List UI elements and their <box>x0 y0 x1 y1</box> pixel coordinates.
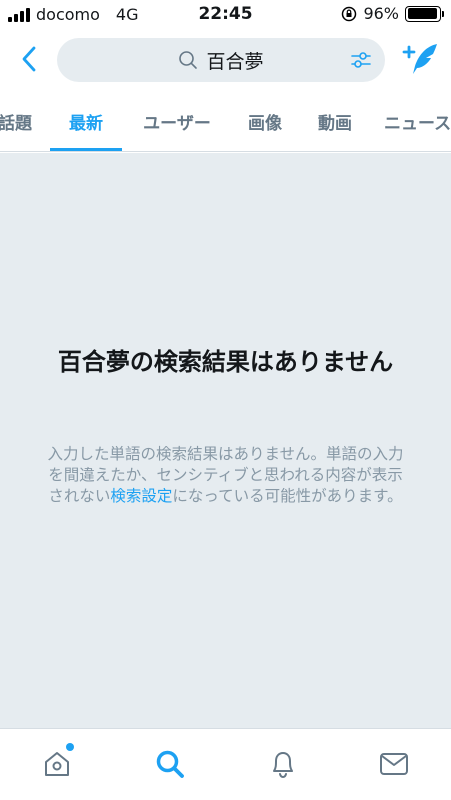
tab-images[interactable]: 画像 <box>238 90 292 151</box>
empty-state-description: 入力した単語の検索結果はありません。単語の入力を間違えたか、センシティブと思われ… <box>44 444 407 507</box>
status-right: 96% <box>341 4 444 23</box>
search-header: 百合夢 <box>0 30 451 90</box>
home-notification-dot <box>66 743 74 751</box>
empty-state-title: 百合夢の検索結果はありません <box>57 348 394 376</box>
rotation-lock-icon <box>342 6 357 21</box>
battery-percent: 96% <box>363 4 399 23</box>
search-icon <box>156 750 184 778</box>
search-results-area: 百合夢の検索結果はありません 入力した単語の検索結果はありません。単語の入力を間… <box>0 153 451 728</box>
search-query: 百合夢 <box>206 50 264 73</box>
back-button[interactable] <box>14 44 44 74</box>
search-tabs: 話題 最新 ユーザー 画像 動画 ニュース <box>0 90 451 152</box>
home-icon <box>45 752 69 776</box>
messages-icon <box>380 753 408 775</box>
search-settings-link[interactable]: 検索設定 <box>110 487 172 505</box>
battery-icon <box>405 5 444 22</box>
nav-messages[interactable] <box>377 747 411 781</box>
nav-notifications[interactable] <box>266 747 300 781</box>
compose-tweet-icon[interactable] <box>401 40 441 78</box>
status-bar: docomo 4G 22:45 96% <box>0 0 451 30</box>
tab-users[interactable]: ユーザー <box>132 90 222 151</box>
tab-latest[interactable]: 最新 <box>52 90 120 151</box>
search-input[interactable]: 百合夢 <box>57 38 385 82</box>
tab-videos[interactable]: 動画 <box>308 90 362 151</box>
battery-fill <box>407 8 438 19</box>
chevron-left-icon <box>22 46 36 72</box>
nav-search[interactable] <box>153 747 187 781</box>
active-tab-underline <box>50 148 122 151</box>
magnifier-icon <box>179 51 198 69</box>
nav-home[interactable] <box>40 743 74 781</box>
tab-news[interactable]: ニュース <box>384 90 451 151</box>
sliders-icon[interactable] <box>349 48 373 72</box>
bottom-navigation <box>0 728 451 800</box>
search-query-wrap: 百合夢 <box>178 47 264 74</box>
notifications-icon <box>273 752 293 779</box>
tab-top[interactable]: 話題 <box>0 90 38 151</box>
empty-desc-after: になっている可能性があります。 <box>172 487 403 505</box>
